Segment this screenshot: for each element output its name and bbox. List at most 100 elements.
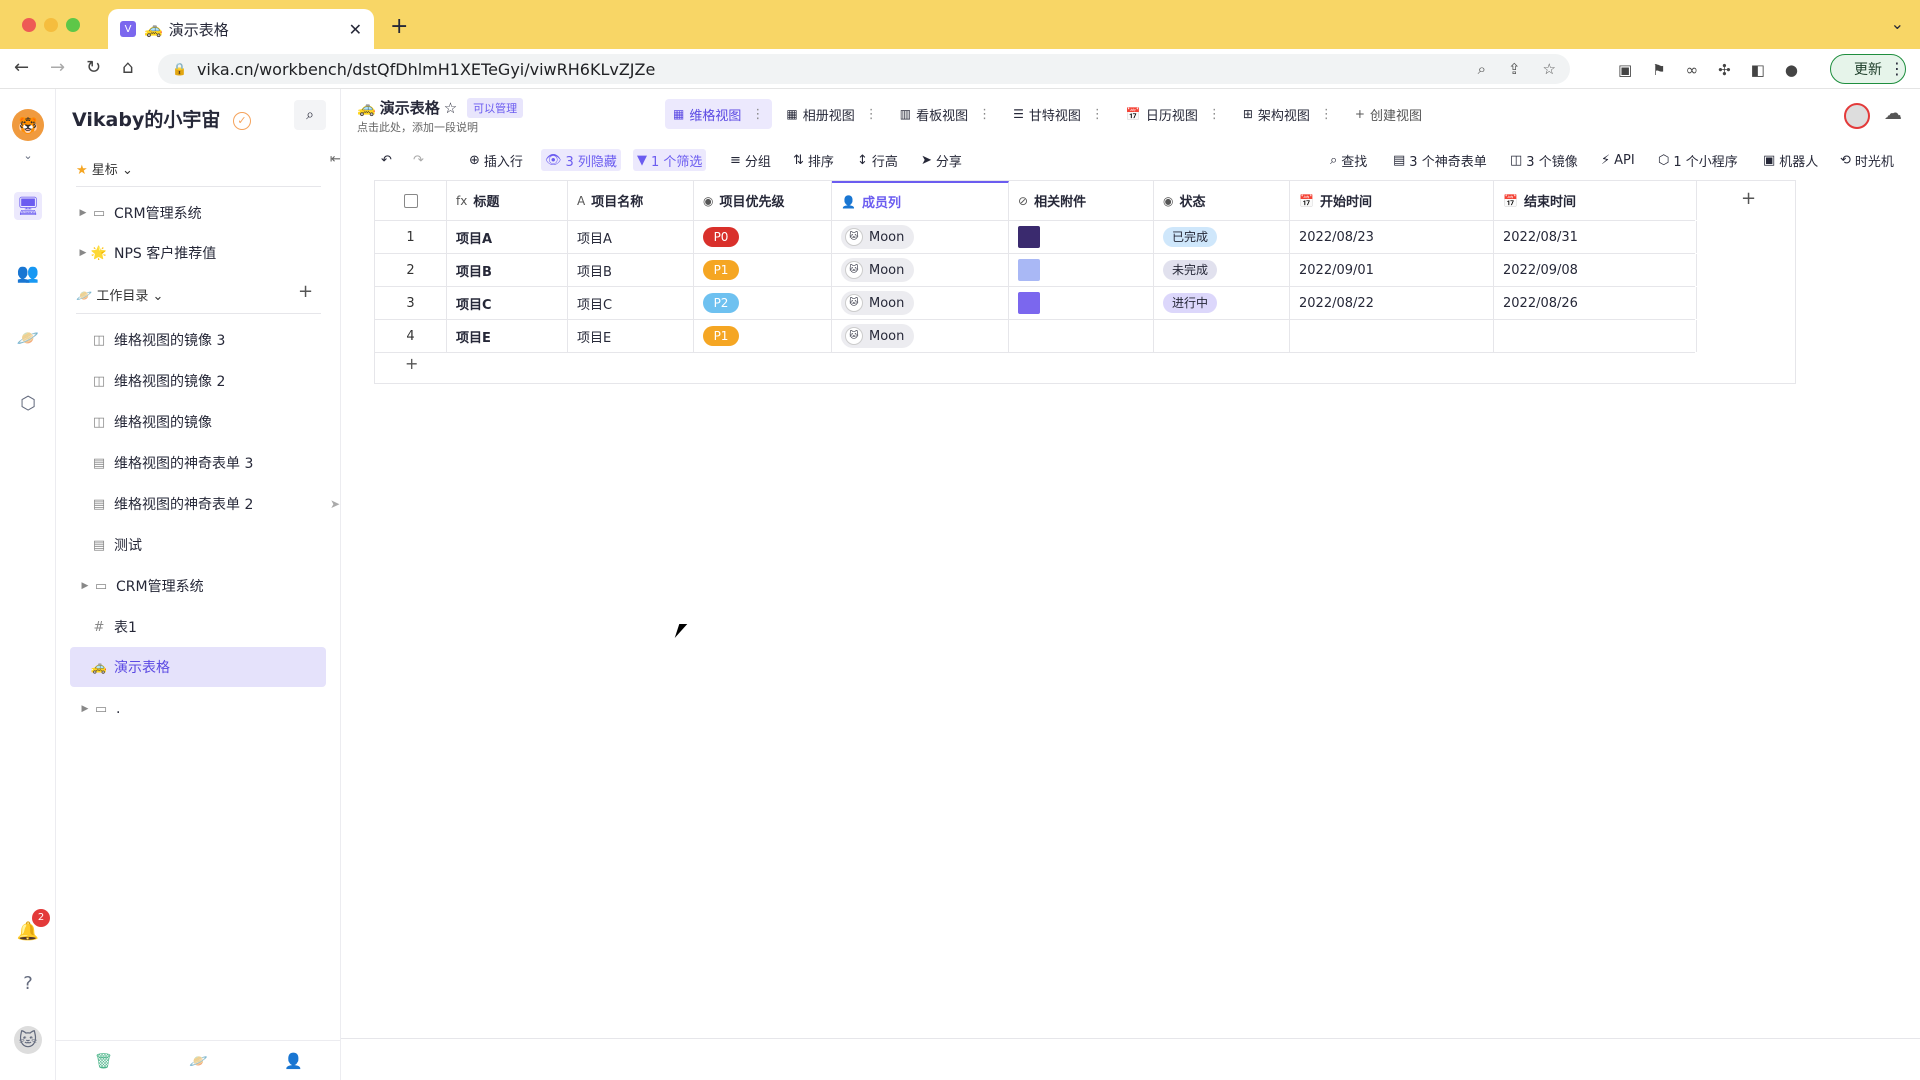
name-cell[interactable]: 项目A <box>568 221 694 253</box>
close-window-button[interactable] <box>22 18 36 32</box>
start-date-cell[interactable]: 2022/09/01 <box>1290 254 1494 286</box>
search-button[interactable]: ⌕ 查找 <box>1326 149 1371 171</box>
sidebar-collapse-icon[interactable]: ⇤ <box>330 152 341 167</box>
invite-member-icon[interactable]: 👤 <box>284 1052 303 1070</box>
view-more-icon[interactable]: ⋮ <box>1208 107 1221 122</box>
avatar-chevron-down-icon[interactable]: ⌄ <box>14 141 42 169</box>
trash-icon[interactable]: 🗑 <box>94 1052 113 1070</box>
name-cell[interactable]: 项目E <box>568 320 694 352</box>
priority-cell[interactable]: P1 <box>694 254 832 286</box>
extension-photo-icon[interactable]: ▣ <box>1618 61 1632 79</box>
tab-architecture-view[interactable]: ⊞ 架构视图 ⋮ <box>1235 99 1341 129</box>
zoom-icon[interactable]: ⌕ <box>1478 60 1486 78</box>
datasheet-title[interactable]: 🚕 演示表格 ☆ 可以管理 <box>357 97 524 118</box>
sidebar-search-button[interactable]: ⌕ <box>294 100 326 130</box>
title-cell[interactable]: 项目E <box>447 320 568 352</box>
tab-grid-view[interactable]: ▦ 维格视图 ⋮ <box>665 99 773 129</box>
column-header-member[interactable]: 👤 成员列 <box>832 181 1009 220</box>
workbench-monitor-icon[interactable]: 🖥 <box>14 192 42 220</box>
space-name[interactable]: Vikaby的小宇宙 ✓ <box>72 105 251 132</box>
table-row[interactable]: 1 项目A 项目A P0 🐱 Moon 已完成 2022/08/23 2022/0… <box>375 221 1697 254</box>
status-cell[interactable]: 已完成 <box>1154 221 1290 253</box>
user-avatar[interactable]: 🐯 <box>12 109 44 141</box>
insert-row-button[interactable]: ⊕ 插入行 <box>465 149 527 171</box>
catalog-item-form-2[interactable]: ▤ 维格视图的神奇表单 2 ➤ <box>90 484 350 524</box>
column-header-end[interactable]: 📅 结束时间 <box>1494 181 1697 220</box>
maximize-window-button[interactable] <box>66 18 80 32</box>
catalog-item-mirror-2[interactable]: ◫ 维格视图的镜像 2 <box>90 361 350 401</box>
attachment-thumbnail[interactable] <box>1018 259 1040 281</box>
vikaby-avatar[interactable]: 🐱 <box>14 1026 42 1054</box>
tab-gallery-view[interactable]: ▦ 相册视图 ⋮ <box>778 99 885 129</box>
cloud-sync-icon[interactable]: ☁ <box>1884 103 1902 129</box>
catalog-item-mirror[interactable]: ◫ 维格视图的镜像 <box>90 402 350 442</box>
start-date-cell[interactable]: 2022/08/23 <box>1290 221 1494 253</box>
sort-button[interactable]: ⇅ 排序 <box>789 149 838 171</box>
catalog-item-test[interactable]: ▤ 测试 <box>90 525 350 565</box>
catalog-section-header[interactable]: 🪐 工作目录 ⌄ <box>76 285 163 304</box>
column-header-start[interactable]: 📅 开始时间 <box>1290 181 1494 220</box>
name-cell[interactable]: 项目B <box>568 254 694 286</box>
attachment-cell[interactable] <box>1009 320 1154 352</box>
add-node-plus-icon[interactable]: + <box>298 281 313 302</box>
end-date-cell[interactable] <box>1494 320 1697 352</box>
member-cell[interactable]: 🐱 Moon <box>832 254 1009 286</box>
tab-gantt-view[interactable]: ☰ 甘特视图 ⋮ <box>1005 99 1112 129</box>
template-planet-icon[interactable]: 🪐 <box>189 1052 208 1070</box>
status-cell[interactable]: 未完成 <box>1154 254 1290 286</box>
member-cell[interactable]: 🐱 Moon <box>832 287 1009 319</box>
starred-item-nps[interactable]: ▶ 🌟 NPS 客户推荐值 <box>76 233 336 273</box>
column-header-status[interactable]: ◉ 状态 <box>1154 181 1290 220</box>
group-button[interactable]: ≡ 分组 <box>726 149 775 171</box>
add-row-plus-icon[interactable]: + <box>405 354 418 373</box>
start-date-cell[interactable] <box>1290 320 1494 352</box>
attachment-cell[interactable] <box>1009 221 1154 253</box>
name-cell[interactable]: 项目C <box>568 287 694 319</box>
attachment-cell[interactable] <box>1009 287 1154 319</box>
side-panel-icon[interactable]: ◧ <box>1751 61 1765 79</box>
extensions-puzzle-icon[interactable]: ✣ <box>1718 61 1731 79</box>
view-more-icon[interactable]: ⋮ <box>865 107 878 122</box>
share-button[interactable]: ➤ 分享 <box>917 149 966 171</box>
browser-tab[interactable]: V 🚕 演示表格 ✕ <box>108 9 374 49</box>
catalog-item-mirror-3[interactable]: ◫ 维格视图的镜像 3 <box>90 320 350 360</box>
expand-arrow-icon[interactable]: ▶ <box>76 248 90 258</box>
column-header-attachment[interactable]: ⊘ 相关附件 <box>1009 181 1154 220</box>
redo-icon[interactable]: ↷ <box>409 149 428 171</box>
end-date-cell[interactable]: 2022/08/31 <box>1494 221 1697 253</box>
catalog-item-table1[interactable]: # 表1 <box>90 607 350 647</box>
widgets-button[interactable]: ⬡ 1 个小程序 <box>1654 149 1742 171</box>
mirrors-button[interactable]: ◫ 3 个镜像 <box>1506 149 1582 171</box>
browser-menu-icon[interactable]: ⋮ <box>1889 59 1905 78</box>
catalog-item-crm[interactable]: ▶ ▭ CRM管理系统 <box>78 566 338 606</box>
tab-calendar-view[interactable]: 📅 日历视图 ⋮ <box>1118 99 1229 129</box>
robots-button[interactable]: ▣ 机器人 <box>1759 149 1822 171</box>
close-tab-icon[interactable]: ✕ <box>349 20 362 39</box>
starred-item-crm[interactable]: ▶ ▭ CRM管理系统 <box>76 193 336 233</box>
tab-kanban-view[interactable]: ▥ 看板视图 ⋮ <box>892 99 999 129</box>
members-icon[interactable]: 👥 <box>14 259 42 287</box>
bookmark-star-icon[interactable]: ☆ <box>1543 60 1556 78</box>
undo-icon[interactable]: ↶ <box>377 149 396 171</box>
favorite-star-icon[interactable]: ☆ <box>444 99 457 117</box>
catalog-item-form-3[interactable]: ▤ 维格视图的神奇表单 3 <box>90 443 350 483</box>
expand-arrow-icon[interactable]: ▶ <box>78 704 92 714</box>
title-cell[interactable]: 项目B <box>447 254 568 286</box>
view-more-icon[interactable]: ⋮ <box>751 107 764 122</box>
profile-avatar-icon[interactable]: ● <box>1785 61 1798 79</box>
attachment-thumbnail[interactable] <box>1018 292 1040 314</box>
templates-planet-icon[interactable]: 🪐 <box>14 324 42 352</box>
view-more-icon[interactable]: ⋮ <box>978 107 991 122</box>
start-date-cell[interactable]: 2022/08/22 <box>1290 287 1494 319</box>
settings-hexagon-icon[interactable]: ⬡ <box>14 389 42 417</box>
column-header-name[interactable]: A 项目名称 <box>568 181 694 220</box>
member-cell[interactable]: 🐱 Moon <box>832 320 1009 352</box>
catalog-item-dot-folder[interactable]: ▶ ▭ . <box>78 689 338 729</box>
hidden-columns-button[interactable]: 👁 3 列隐藏 <box>541 149 621 171</box>
attachment-cell[interactable] <box>1009 254 1154 286</box>
title-cell[interactable]: 项目A <box>447 221 568 253</box>
api-button[interactable]: ⚡ API <box>1597 149 1639 171</box>
view-more-icon[interactable]: ⋮ <box>1091 107 1104 122</box>
title-cell[interactable]: 项目C <box>447 287 568 319</box>
table-row[interactable]: 4 项目E 项目E P1 🐱 Moon <box>375 320 1697 353</box>
